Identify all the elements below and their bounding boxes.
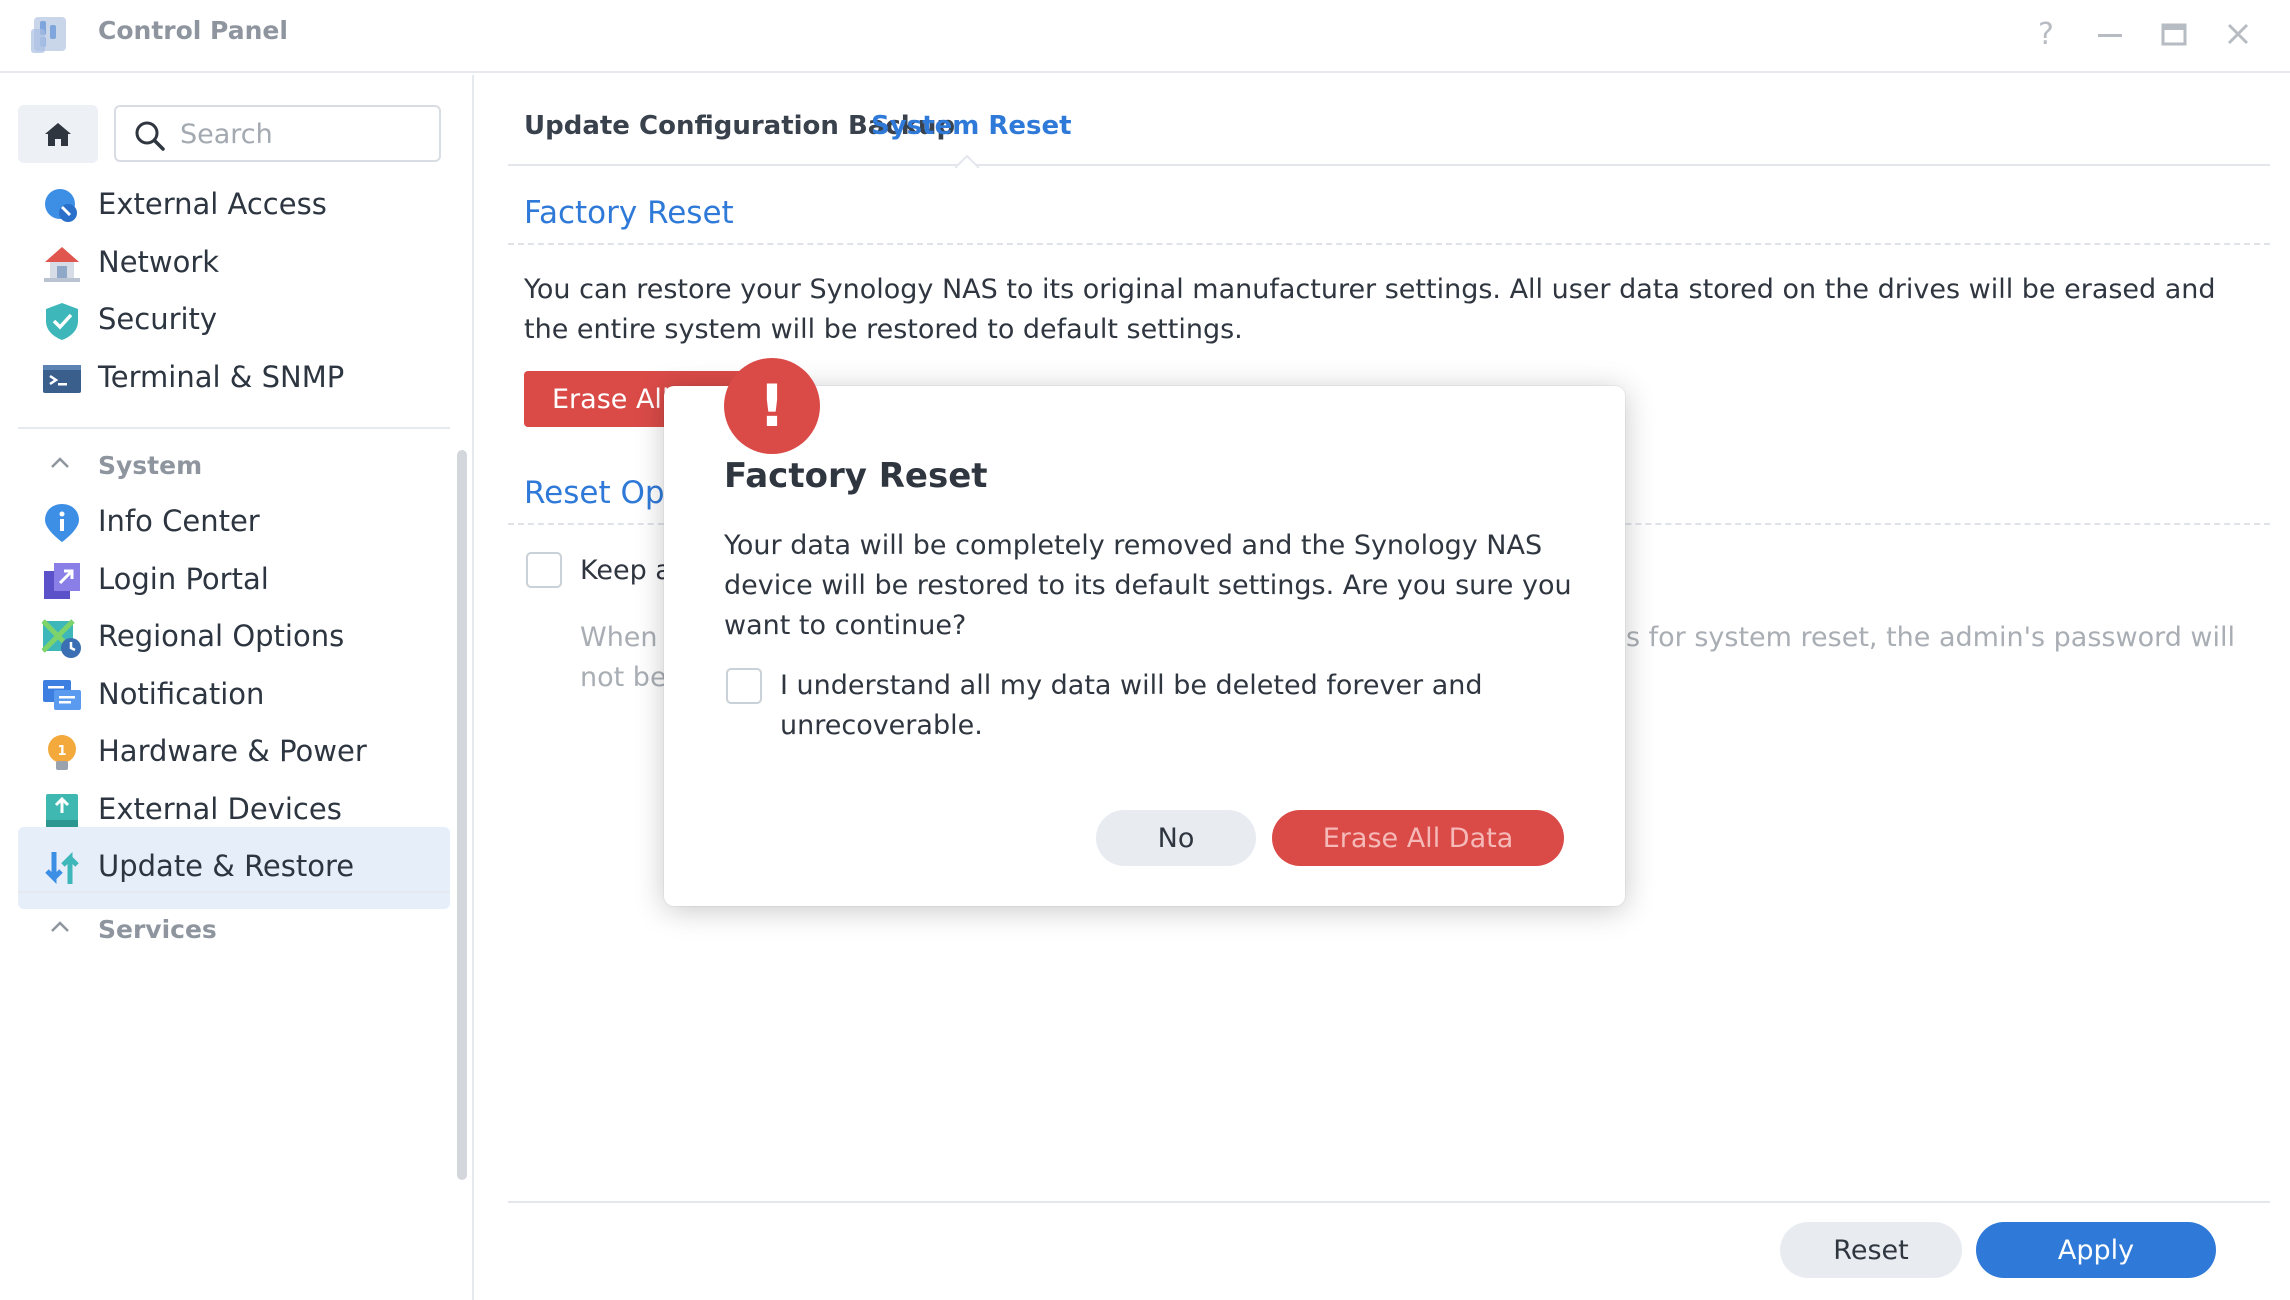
tab-bar: Update Configuration Backup System Reset [508, 75, 2270, 168]
minimize-icon[interactable] [2090, 15, 2130, 55]
maximize-icon[interactable] [2154, 15, 2194, 55]
sidebar-item-label: External Access [98, 187, 327, 221]
confirm-data-deletion-label[interactable]: I understand all my data will be deleted… [780, 666, 1540, 746]
dialog-title: Factory Reset [724, 456, 988, 496]
network-icon [44, 247, 80, 282]
keep-settings-checkbox[interactable] [526, 552, 562, 588]
search-input[interactable] [180, 117, 430, 151]
window-titlebar: Control Panel ? [0, 0, 2290, 73]
section-divider [508, 243, 2270, 245]
close-icon[interactable] [2218, 15, 2258, 55]
notification-icon [43, 680, 81, 710]
sidebar-section-label: Services [98, 915, 217, 944]
apply-button[interactable]: Apply [1976, 1222, 2216, 1278]
external-devices-icon [46, 794, 78, 828]
security-icon [46, 303, 78, 340]
sidebar-item-update-restore[interactable]: Update & Restore [18, 827, 450, 909]
sidebar-item-terminal-snmp[interactable]: Terminal & SNMP [18, 338, 450, 420]
chevron-up-icon [51, 457, 69, 468]
hardware-power-icon: 1 [48, 735, 76, 770]
update-restore-icon [45, 851, 79, 885]
terminal-icon [43, 365, 81, 393]
no-button[interactable]: No [1096, 810, 1256, 866]
confirm-erase-all-data-button[interactable]: Erase All Data [1272, 810, 1564, 866]
info-center-icon [45, 504, 79, 542]
footer-divider [508, 1201, 2270, 1203]
sidebar-item-label: Terminal & SNMP [98, 360, 345, 394]
factory-reset-description: You can restore your Synology NAS to its… [524, 274, 2216, 345]
tab-update[interactable]: Update [524, 111, 630, 141]
home-icon [45, 123, 71, 146]
dialog-message: Your data will be completely removed and… [724, 530, 1572, 641]
control-panel-icon [31, 17, 66, 53]
login-portal-icon [44, 563, 80, 599]
keep-settings-label: Keep a [580, 555, 672, 586]
sidebar-item-label: Info Center [98, 504, 260, 538]
sidebar-item-label: Notification [98, 677, 265, 711]
external-access-icon [45, 189, 77, 222]
sidebar-section-label: System [98, 451, 203, 480]
reset-option-note: not be [580, 662, 667, 693]
svg-text:1: 1 [57, 744, 66, 759]
sidebar-item-label: Hardware & Power [98, 734, 367, 768]
reset-button[interactable]: Reset [1780, 1222, 1962, 1278]
sidebar-divider [18, 427, 450, 429]
sidebar-item-label: Login Portal [98, 562, 269, 596]
home-button[interactable] [18, 105, 98, 163]
reset-option-note: When [580, 622, 658, 653]
sidebar-scrollbar[interactable] [457, 450, 467, 1180]
reset-option-note: s for system reset, the admin's password… [1626, 622, 2236, 653]
warning-icon: ! [724, 358, 820, 454]
chevron-up-icon [51, 921, 69, 932]
sidebar-section-services[interactable]: Services [18, 905, 450, 955]
window-title: Control Panel [98, 16, 288, 45]
sidebar-item-label: External Devices [98, 792, 342, 826]
factory-reset-heading: Factory Reset [524, 195, 734, 231]
active-tab-caret [955, 154, 979, 168]
tab-system-reset[interactable]: System Reset [871, 111, 1072, 141]
sidebar-item-label: Network [98, 245, 220, 279]
search-icon [135, 121, 165, 151]
sidebar-divider [18, 891, 450, 893]
confirm-data-deletion-checkbox[interactable] [726, 668, 762, 704]
search-box[interactable] [114, 105, 441, 162]
sidebar-item-label: Security [98, 302, 218, 336]
sidebar-item-label: Regional Options [98, 619, 345, 653]
help-icon[interactable]: ? [2026, 15, 2066, 55]
sidebar-item-label: Update & Restore [98, 849, 355, 883]
factory-reset-dialog: ! Factory Reset Your data will be comple… [664, 358, 1625, 906]
sidebar: External Access Network Security Termina… [0, 75, 474, 1300]
regional-options-icon [42, 619, 81, 658]
